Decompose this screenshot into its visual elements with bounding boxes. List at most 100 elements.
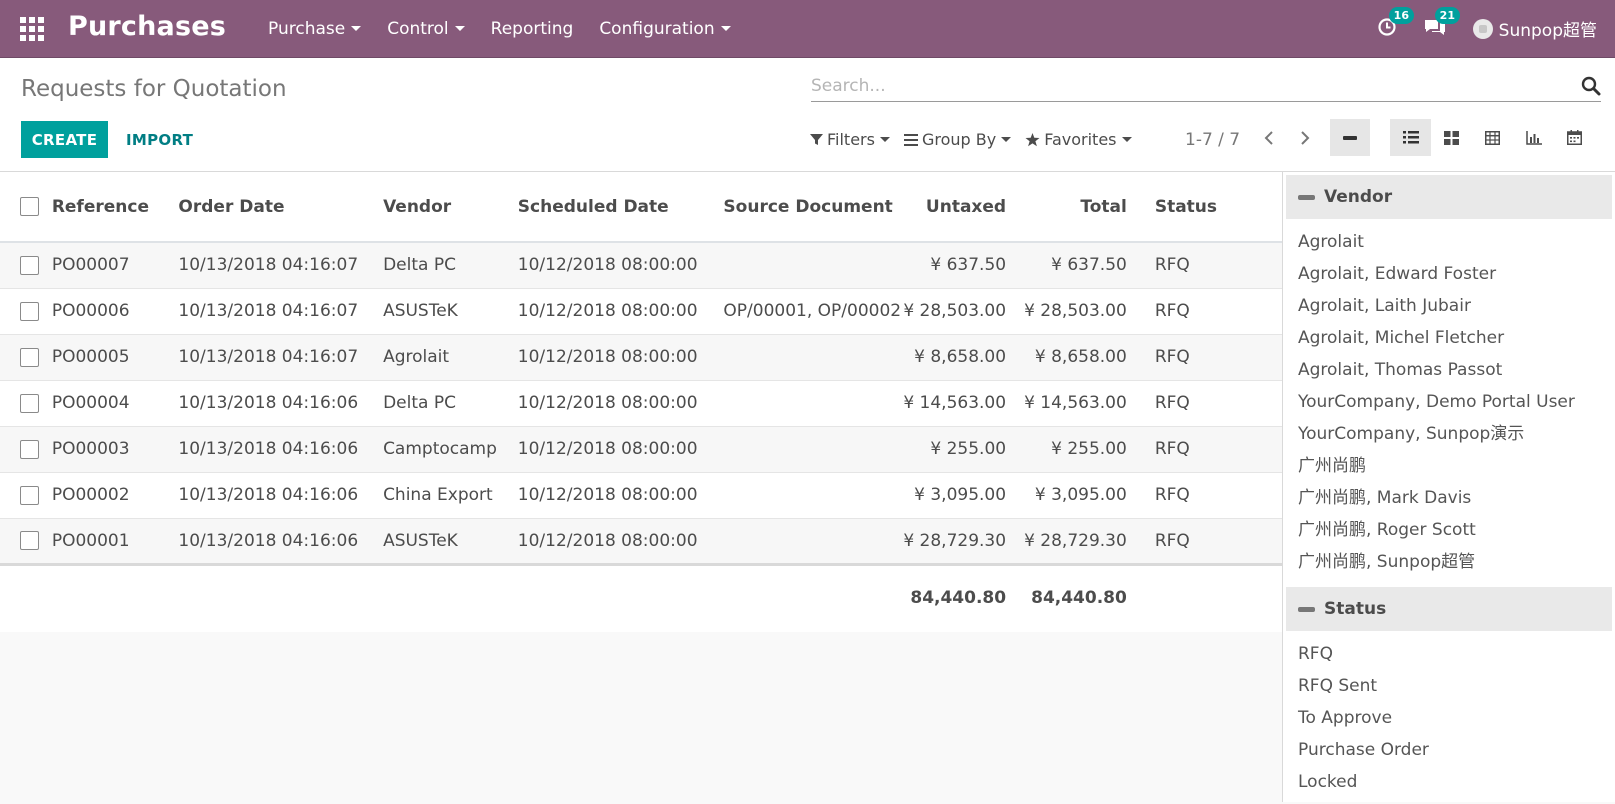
chevron-right-icon xyxy=(1301,130,1310,145)
row-checkbox[interactable] xyxy=(20,485,39,505)
column-vendor[interactable]: Vendor xyxy=(383,172,518,243)
cell-order-date: 10/13/2018 04:16:06 xyxy=(178,379,384,426)
vendor-item[interactable]: Agrolait, Laith Jubair xyxy=(1283,290,1615,322)
vendor-item[interactable]: Agrolait, Thomas Passot xyxy=(1283,354,1615,386)
row-select-cell xyxy=(0,287,52,334)
row-select-cell xyxy=(0,471,52,518)
favorites-dropdown[interactable]: Favorites xyxy=(1025,130,1132,149)
vendor-item[interactable]: Agrolait xyxy=(1283,226,1615,258)
filters-dropdown[interactable]: Filters xyxy=(810,130,890,149)
select-all-checkbox[interactable] xyxy=(20,197,39,216)
user-menu[interactable]: Sunpop超管 xyxy=(1472,16,1597,41)
vendor-item[interactable]: Agrolait, Michel Fletcher xyxy=(1283,322,1615,354)
vendor-item[interactable]: Agrolait, Edward Foster xyxy=(1283,258,1615,290)
cell-total: ¥ 3,095.00 xyxy=(1024,471,1145,518)
row-select-cell xyxy=(0,425,52,472)
calendar-icon xyxy=(1567,130,1582,145)
pivot-view-button[interactable] xyxy=(1472,119,1513,156)
cell-untaxed: ¥ 28,729.30 xyxy=(901,517,1025,564)
calendar-view-button[interactable] xyxy=(1554,119,1595,156)
table-row[interactable]: PO00003 10/13/2018 04:16:06 Camptocamp 1… xyxy=(0,425,1282,472)
cell-source-document xyxy=(723,241,902,288)
pager-previous-button[interactable] xyxy=(1258,130,1280,150)
vendor-item[interactable]: 广州尚鹏, Sunpop超管 xyxy=(1283,546,1615,578)
cell-untaxed: ¥ 14,563.00 xyxy=(901,379,1025,426)
row-checkbox[interactable] xyxy=(20,255,39,275)
table-row[interactable]: PO00002 10/13/2018 04:16:06 China Export… xyxy=(0,471,1282,518)
table-row[interactable]: PO00005 10/13/2018 04:16:07 Agrolait 10/… xyxy=(0,333,1282,380)
menu-configuration[interactable]: Configuration xyxy=(586,19,743,39)
import-button[interactable]: IMPORT xyxy=(112,121,207,158)
row-checkbox[interactable] xyxy=(20,393,39,413)
status-item[interactable]: Purchase Order xyxy=(1283,734,1615,766)
vendor-item[interactable]: 广州尚鹏, Roger Scott xyxy=(1283,514,1615,546)
status-item[interactable]: To Approve xyxy=(1283,702,1615,734)
cell-vendor: ASUSTeK xyxy=(383,517,518,564)
search-bar xyxy=(811,72,1601,102)
caret-down-icon xyxy=(720,26,731,31)
menu-reporting[interactable]: Reporting xyxy=(478,19,587,39)
apps-menu-icon[interactable] xyxy=(20,17,44,41)
status-list: RFQ RFQ Sent To Approve Purchase Order L… xyxy=(1283,631,1615,804)
table-row[interactable]: PO00004 10/13/2018 04:16:06 Delta PC 10/… xyxy=(0,379,1282,426)
column-source-document[interactable]: Source Document xyxy=(723,172,902,243)
cell-untaxed: ¥ 255.00 xyxy=(901,425,1025,472)
menu-control[interactable]: Control xyxy=(374,19,477,39)
status-section-header[interactable]: Status xyxy=(1286,587,1612,631)
cell-reference: PO00003 xyxy=(51,425,179,472)
status-item[interactable]: Locked xyxy=(1283,766,1615,798)
footer-empty-cell xyxy=(178,562,384,630)
column-total[interactable]: Total xyxy=(1024,172,1145,243)
vendor-item[interactable]: YourCompany, Demo Portal User xyxy=(1283,386,1615,418)
messaging-button[interactable]: 21 xyxy=(1423,6,1460,41)
group-by-dropdown[interactable]: Group By xyxy=(903,130,1012,149)
search-button[interactable] xyxy=(1581,76,1601,100)
cell-scheduled-date: 10/12/2018 08:00:00 xyxy=(517,241,724,288)
table-row[interactable]: PO00006 10/13/2018 04:16:07 ASUSTeK 10/1… xyxy=(0,287,1282,334)
column-status[interactable]: Status xyxy=(1144,172,1282,243)
activity-button[interactable]: 16 xyxy=(1377,6,1414,41)
create-button[interactable]: CREATE xyxy=(21,121,108,158)
vendor-item[interactable]: YourCompany, Sunpop演示 xyxy=(1283,418,1615,450)
cell-source-document xyxy=(723,425,902,472)
graph-view-button[interactable] xyxy=(1513,119,1554,156)
toggle-sidebar-button[interactable] xyxy=(1330,119,1370,156)
cell-status: RFQ xyxy=(1144,287,1282,334)
vendor-item[interactable]: 广州尚鹏, Mark Davis xyxy=(1283,482,1615,514)
cell-reference: PO00006 xyxy=(51,287,179,334)
row-checkbox[interactable] xyxy=(20,347,39,367)
row-checkbox[interactable] xyxy=(20,531,39,550)
status-item[interactable]: RFQ Sent xyxy=(1283,670,1615,702)
row-checkbox[interactable] xyxy=(20,301,39,321)
cell-total: ¥ 8,658.00 xyxy=(1024,333,1145,380)
cell-reference: PO00001 xyxy=(51,517,179,564)
pager-value[interactable]: 1-7 / 7 xyxy=(1185,130,1240,150)
kanban-icon xyxy=(1444,130,1459,145)
status-item[interactable]: RFQ xyxy=(1283,638,1615,670)
vendor-item[interactable]: 广州尚鹏 xyxy=(1283,450,1615,482)
column-reference[interactable]: Reference xyxy=(51,172,179,243)
systray: 16 21 Sunpop超管 xyxy=(1377,0,1597,57)
status-section-title: Status xyxy=(1324,599,1387,619)
cell-vendor: ASUSTeK xyxy=(383,287,518,334)
cell-status: RFQ xyxy=(1144,425,1282,472)
column-scheduled-date[interactable]: Scheduled Date xyxy=(517,172,724,243)
kanban-view-button[interactable] xyxy=(1431,119,1472,156)
column-order-date[interactable]: Order Date xyxy=(178,172,384,243)
column-untaxed[interactable]: Untaxed xyxy=(901,172,1025,243)
user-name: Sunpop超管 xyxy=(1498,21,1597,41)
menu-purchase[interactable]: Purchase xyxy=(255,19,374,39)
cell-untaxed: ¥ 3,095.00 xyxy=(901,471,1025,518)
star-icon xyxy=(1025,132,1040,146)
cell-status: RFQ xyxy=(1144,241,1282,288)
row-checkbox[interactable] xyxy=(20,439,39,459)
pager-next-button[interactable] xyxy=(1294,130,1316,150)
table-row[interactable]: PO00001 10/13/2018 04:16:06 ASUSTeK 10/1… xyxy=(0,517,1282,564)
search-input[interactable] xyxy=(811,72,1551,100)
cell-source-document xyxy=(723,471,902,518)
rfq-table: Reference Order Date Vendor Scheduled Da… xyxy=(0,172,1282,630)
vendor-section-header[interactable]: Vendor xyxy=(1286,175,1612,219)
table-row[interactable]: PO00007 10/13/2018 04:16:07 Delta PC 10/… xyxy=(0,241,1282,288)
pager: 1-7 / 7 xyxy=(1185,121,1330,158)
list-view-button[interactable] xyxy=(1390,119,1431,156)
